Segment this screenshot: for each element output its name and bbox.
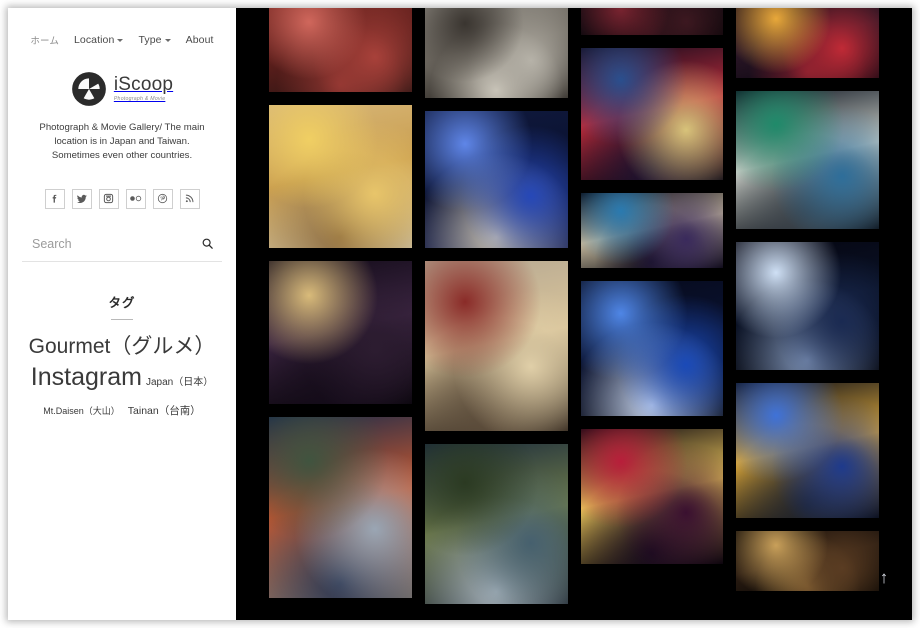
photo-image <box>424 8 568 98</box>
photo-column <box>424 8 568 604</box>
site-logo[interactable]: iScoop Photograph & Movie <box>8 71 236 107</box>
photo-image <box>736 531 879 591</box>
photo-image <box>269 105 412 248</box>
browser-viewport: ホーム Location Type About iScoop Photograp… <box>8 8 912 620</box>
photo-thumbnail[interactable] <box>736 91 879 229</box>
brand-tagline: Photograph & Movie <box>113 96 166 103</box>
chevron-down-icon <box>164 38 171 42</box>
photo-thumbnail[interactable] <box>269 105 412 248</box>
photo-image <box>424 261 568 431</box>
photo-thumbnail[interactable] <box>424 261 568 431</box>
scroll-to-top-button[interactable]: ↑ <box>873 566 895 588</box>
photo-thumbnail[interactable] <box>269 417 412 598</box>
social-link-twitter[interactable] <box>71 188 92 209</box>
search-input[interactable] <box>22 234 197 253</box>
photo-thumbnail[interactable] <box>580 281 724 416</box>
photo-image <box>580 8 724 35</box>
aperture-icon <box>71 72 106 106</box>
photo-thumbnail[interactable] <box>424 8 568 98</box>
tag-cloud-widget: タグ Gourmet（グルメ） Instagram Japan（日本） Mt.Da… <box>8 292 236 421</box>
pinterest-icon <box>157 194 168 204</box>
photo-image <box>580 281 724 416</box>
photo-thumbnail[interactable] <box>736 242 879 370</box>
photo-gallery: ↑ <box>236 8 912 620</box>
rss-icon <box>185 194 194 203</box>
nav-item-label: About <box>185 34 214 46</box>
facebook-icon <box>52 195 57 203</box>
photo-thumbnail[interactable] <box>736 8 879 78</box>
photo-image <box>736 8 879 78</box>
photo-image <box>424 444 568 604</box>
photo-image <box>269 8 412 92</box>
brand-name: iScoop <box>113 74 174 96</box>
social-link-flickr[interactable] <box>125 188 146 209</box>
social-link-facebook[interactable] <box>44 188 65 209</box>
nav-item-location[interactable]: Location <box>74 34 124 46</box>
photo-image <box>269 417 412 598</box>
tag-link[interactable]: Tainan（台南） <box>128 404 201 418</box>
tag-link[interactable]: Instagram <box>31 361 142 395</box>
social-link-instagram[interactable] <box>98 188 119 209</box>
tag-cloud: Gourmet（グルメ） Instagram Japan（日本） Mt.Daise… <box>20 333 224 421</box>
photo-thumbnail[interactable] <box>580 193 724 268</box>
tag-link[interactable]: Gourmet（グルメ） <box>29 333 216 361</box>
social-links <box>8 188 236 209</box>
flickr-icon <box>130 196 142 202</box>
nav-item-label: ホーム <box>30 36 59 47</box>
arrow-up-icon: ↑ <box>879 567 889 587</box>
tag-link[interactable]: Mt.Daisen（大山） <box>43 405 120 417</box>
photo-image <box>580 193 724 268</box>
photo-thumbnail[interactable] <box>269 8 412 92</box>
photo-image <box>580 48 724 180</box>
photo-image <box>736 91 879 229</box>
social-link-pinterest[interactable] <box>152 188 173 209</box>
nav-item-label: Location <box>73 34 115 46</box>
tag-widget-title: タグ <box>108 295 136 310</box>
search-form <box>22 234 222 262</box>
chevron-down-icon <box>117 38 124 42</box>
photo-thumbnail[interactable] <box>580 8 724 35</box>
photo-thumbnail[interactable] <box>736 531 879 591</box>
photo-thumbnail[interactable] <box>736 383 879 518</box>
photo-image <box>269 261 412 404</box>
site-description: Photograph & Movie Gallery/ The main loc… <box>39 122 205 161</box>
nav-item-home[interactable]: ホーム <box>30 33 59 47</box>
nav-item-type[interactable]: Type <box>138 34 171 46</box>
instagram-icon <box>103 194 114 204</box>
main-navigation: ホーム Location Type About <box>8 8 236 47</box>
photo-image <box>736 242 879 370</box>
photo-column <box>269 8 412 604</box>
photo-image <box>424 111 568 248</box>
photo-column <box>736 8 879 604</box>
photo-thumbnail[interactable] <box>580 48 724 180</box>
tag-link[interactable]: Japan（日本） <box>146 376 213 390</box>
social-link-rss[interactable] <box>179 188 200 209</box>
photo-thumbnail[interactable] <box>269 261 412 404</box>
photo-thumbnail[interactable] <box>424 111 568 248</box>
nav-item-about[interactable]: About <box>186 34 214 46</box>
photo-thumbnail[interactable] <box>424 444 568 604</box>
photo-image <box>580 429 724 564</box>
photo-grid <box>236 8 912 604</box>
twitter-icon <box>76 194 87 203</box>
photo-column <box>580 8 724 604</box>
search-button[interactable] <box>197 237 222 250</box>
divider <box>111 318 133 320</box>
search-icon <box>202 238 213 250</box>
nav-item-label: Type <box>138 34 162 46</box>
photo-image <box>736 383 879 518</box>
sidebar: ホーム Location Type About iScoop Photograp… <box>8 8 236 620</box>
photo-thumbnail[interactable] <box>580 429 724 564</box>
